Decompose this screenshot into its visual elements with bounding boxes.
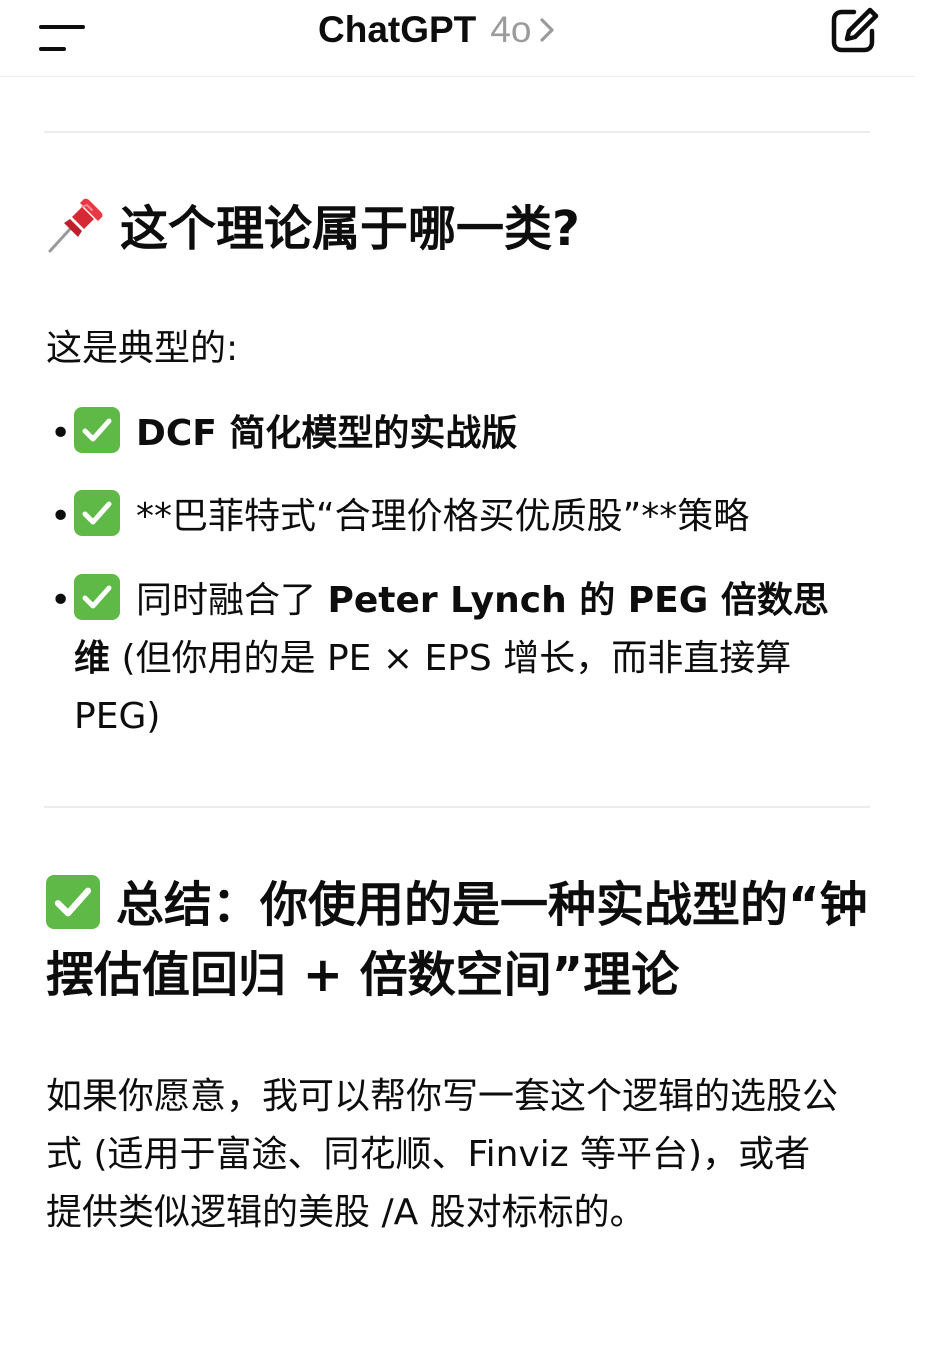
menu-button[interactable] bbox=[36, 12, 90, 52]
list-item: • DCF 简化模型的实战版 bbox=[46, 405, 876, 463]
compose-icon bbox=[826, 7, 882, 60]
app-title: ChatGPT bbox=[318, 9, 477, 50]
new-chat-button[interactable] bbox=[826, 4, 882, 56]
top-bar: ChatGPT 4o bbox=[0, 0, 914, 77]
bullet-text-pre: 同时融合了 bbox=[136, 580, 328, 621]
chevron-right-icon bbox=[539, 17, 555, 43]
section-divider bbox=[44, 131, 870, 133]
check-icon bbox=[74, 490, 120, 536]
bullet-dot: • bbox=[50, 413, 72, 454]
bullet-text: **巴菲特式“合理价格买优质股”**策略 bbox=[136, 496, 750, 537]
pushpin-icon bbox=[46, 197, 104, 255]
list-item: • **巴菲特式“合理价格买优质股”**策略 bbox=[46, 488, 876, 546]
section-heading-text: 这个理论属于哪一类? bbox=[120, 201, 580, 257]
list-item: • 同时融合了 Peter Lynch 的 PEG 倍数思维 (但你用的是 PE… bbox=[46, 572, 846, 746]
check-icon bbox=[74, 407, 120, 453]
summary-heading: 总结：你使用的是一种实战型的“钟摆估值回归 + 倍数空间”理论 bbox=[46, 870, 876, 1010]
intro-text: 这是典型的: bbox=[46, 328, 239, 369]
summary-body: 如果你愿意，我可以帮你写一套这个逻辑的选股公式 (适用于富途、同花顺、Finvi… bbox=[46, 1076, 839, 1233]
model-name: 4o bbox=[490, 9, 532, 50]
model-selector[interactable]: ChatGPT 4o bbox=[318, 6, 555, 54]
bullet-dot: • bbox=[50, 580, 72, 621]
check-icon bbox=[46, 875, 100, 929]
summary-heading-text: 总结：你使用的是一种实战型的“钟摆估值回归 + 倍数空间”理论 bbox=[46, 877, 868, 1003]
section-heading: 这个理论属于哪一类? bbox=[46, 194, 580, 264]
bullet-dot: • bbox=[50, 496, 72, 537]
section-divider bbox=[44, 806, 870, 808]
bullet-text: DCF 简化模型的实战版 bbox=[136, 413, 518, 454]
bullet-text-post: (但你用的是 PE × EPS 增长，而非直接算 PEG) bbox=[74, 638, 792, 737]
check-icon bbox=[74, 574, 120, 620]
